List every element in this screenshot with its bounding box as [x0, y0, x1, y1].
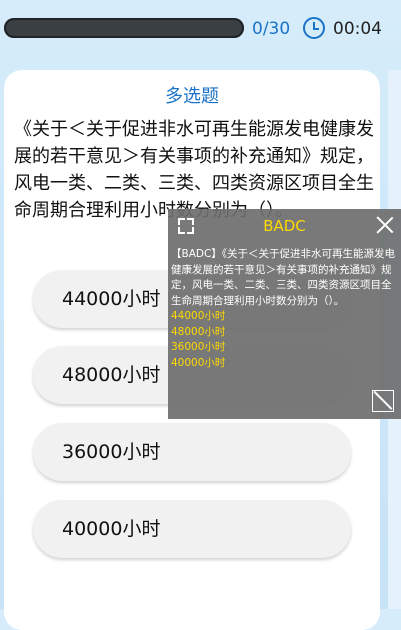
- progress-count: 0/30: [252, 19, 291, 39]
- close-icon[interactable]: [376, 216, 394, 234]
- overlay-answer: 44000小时: [171, 310, 226, 322]
- question-text: 《关于＜关于促进非水可再生能源发电健康发展的若干意见＞有关事项的补充通知》规定，…: [14, 119, 374, 221]
- overlay-content: 【BADC】《关于＜关于促进非水可再生能源发电健康发展的若干意见＞有关事项的补充…: [171, 247, 397, 371]
- clock-icon: [303, 17, 325, 39]
- answer-overlay[interactable]: BADC 【BADC】《关于＜关于促进非水可再生能源发电健康发展的若干意见＞有关…: [168, 209, 401, 419]
- top-bar: 0/30 00:04: [0, 0, 401, 58]
- option-c[interactable]: 36000小时: [33, 423, 351, 481]
- overlay-title: BADC: [263, 217, 306, 235]
- overlay-answer: 48000小时: [171, 325, 226, 338]
- resize-icon[interactable]: [372, 390, 394, 412]
- overlay-answer: 40000小时: [171, 356, 226, 369]
- overlay-question-text: 【BADC】《关于＜关于促进非水可再生能源发电健康发展的若干意见＞有关事项的补充…: [171, 248, 396, 307]
- overlay-answer: 36000小时: [171, 341, 226, 353]
- progress-bar: [4, 18, 244, 38]
- timer: 00:04: [333, 19, 382, 39]
- option-d[interactable]: 40000小时: [33, 500, 351, 558]
- question-type: 多选题: [165, 86, 219, 107]
